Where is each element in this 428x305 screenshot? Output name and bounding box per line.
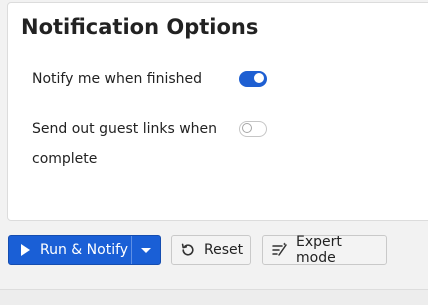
bottom-bar [0,289,428,305]
toggle-knob [242,123,252,133]
send-guest-links-label: Send out guest links when complete [32,121,218,167]
reset-icon [181,243,194,256]
expert-mode-button[interactable]: Expert mode [262,234,387,266]
chevron-down-icon [141,247,151,253]
reset-label: Reset [204,242,244,258]
run-notify-split-button: Run & Notify [8,235,161,265]
notification-options-panel: Notification Options Notify me when fini… [7,2,428,221]
panel-title: Notification Options [21,15,259,39]
run-notify-button[interactable]: Run & Notify [9,236,131,264]
toggle-knob [254,73,264,83]
expert-mode-label: Expert mode [296,234,342,266]
run-notify-label: Run & Notify [40,242,129,258]
notify-when-finished-label: Notify me when finished [32,71,203,87]
play-icon [21,244,30,256]
expert-mode-icon [272,242,287,256]
send-guest-links-toggle[interactable] [239,121,267,137]
run-options-dropdown-button[interactable] [131,236,160,264]
reset-button[interactable]: Reset [171,235,251,265]
notify-when-finished-toggle[interactable] [239,71,267,87]
